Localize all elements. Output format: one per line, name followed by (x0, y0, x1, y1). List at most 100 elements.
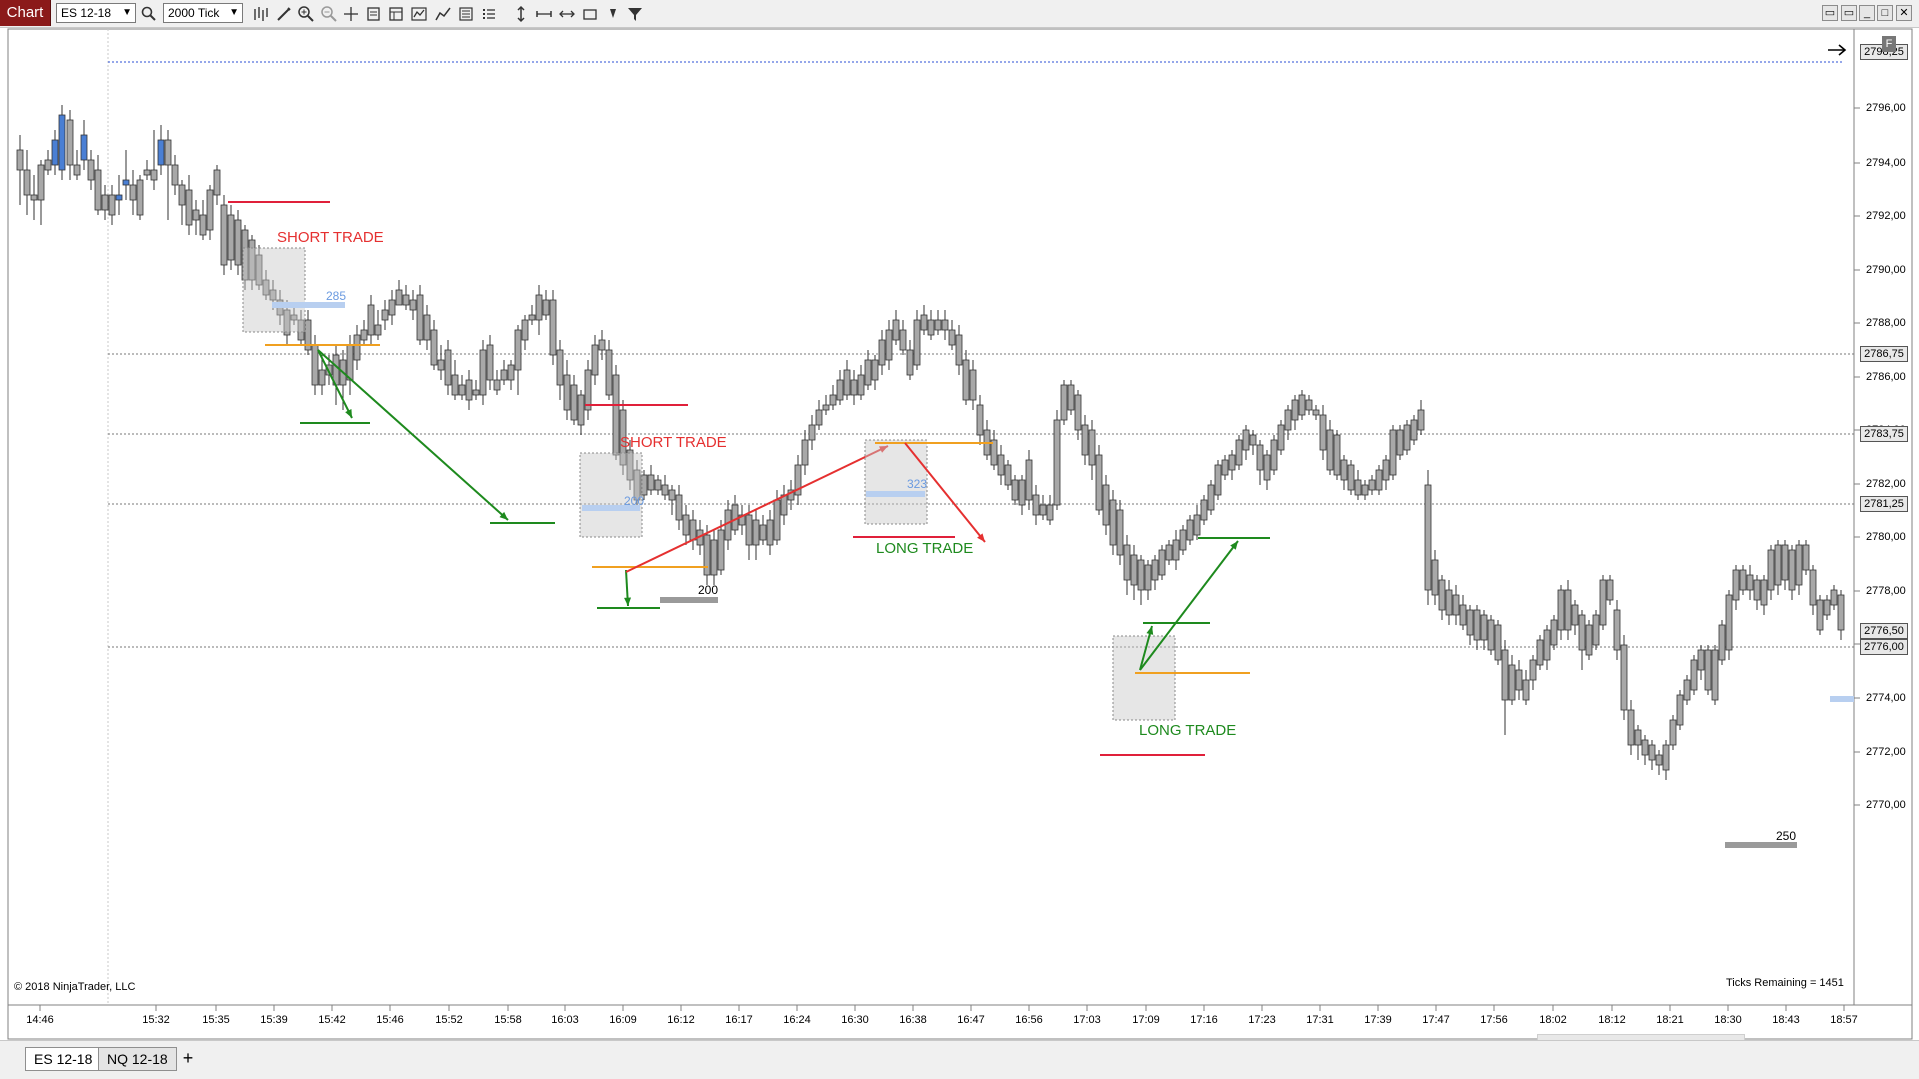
candle-body (1361, 484, 1369, 496)
candle-body (1067, 384, 1075, 411)
candle-body (535, 294, 543, 321)
instrument-select[interactable]: ES 12-18 ▼ (56, 3, 136, 23)
long-trade-label-2: LONG TRADE (1139, 722, 1237, 739)
candle-body (143, 169, 151, 176)
zoom-out-icon[interactable] (318, 3, 340, 24)
time-tick-label: 17:56 (1480, 1014, 1508, 1026)
time-tick-label: 16:24 (783, 1014, 811, 1026)
strategies-icon[interactable] (432, 3, 454, 24)
candle-body (1676, 694, 1684, 726)
time-tick-label: 17:39 (1364, 1014, 1392, 1026)
candle-body (199, 214, 207, 236)
candle-body (1354, 479, 1362, 496)
candle-body (717, 529, 725, 571)
horizontal-arrows-icon[interactable] (556, 3, 578, 24)
zoom-in-icon[interactable] (295, 3, 317, 24)
price-tick-label: 2774,00 (1866, 692, 1906, 704)
price-marker: 2781,25 (1860, 496, 1908, 512)
close-icon[interactable]: ✕ (1896, 5, 1912, 21)
pencil-icon[interactable] (273, 3, 295, 24)
candle-body (710, 539, 718, 576)
time-tick-label: 18:43 (1772, 1014, 1800, 1026)
templates-icon[interactable] (385, 3, 407, 24)
candle-body (1004, 464, 1012, 486)
tab-es-12-18[interactable]: ES 12-18 (25, 1047, 102, 1071)
list-icon[interactable] (478, 3, 500, 24)
candle-body (1550, 619, 1558, 646)
candle-body (87, 159, 95, 181)
maximize-icon[interactable]: □ (1877, 5, 1893, 21)
candle-body (1494, 624, 1502, 661)
crosshair-icon[interactable] (340, 3, 362, 24)
candle-body (1823, 599, 1831, 616)
volume-label: 200 (698, 583, 719, 597)
short-trade-label-2: SHORT TRADE (620, 434, 727, 451)
candle-body (1816, 599, 1824, 631)
candle-body (1123, 544, 1131, 581)
candle-body (1655, 754, 1663, 766)
candle-body (885, 329, 893, 361)
candle-body (1431, 559, 1439, 596)
time-tick-label: 16:38 (899, 1014, 927, 1026)
candle-body (1767, 549, 1775, 591)
price-marker: 2786,75 (1860, 346, 1908, 362)
price-chart[interactable] (0, 28, 1919, 1040)
candle-body (1711, 649, 1719, 701)
candle-body (1186, 519, 1194, 541)
price-tick-label: 2780,00 (1866, 531, 1906, 543)
candle-body (570, 384, 578, 421)
candle-body (1053, 419, 1061, 506)
interval-select[interactable]: 2000 Tick ▼ (163, 3, 243, 23)
candle-body (465, 379, 473, 401)
price-marker: 2776,50 (1860, 623, 1908, 639)
candle-body (58, 114, 66, 171)
candle-body (1046, 504, 1054, 521)
data-box-icon[interactable] (363, 3, 385, 24)
candle-body (1165, 544, 1173, 561)
candle-body (1487, 619, 1495, 651)
window-restore-icon[interactable]: ▭ (1841, 5, 1857, 21)
price-tick-label: 2786,00 (1866, 371, 1906, 383)
f-button[interactable]: F (1882, 36, 1896, 52)
properties-icon[interactable] (455, 3, 477, 24)
candle-body (115, 194, 123, 201)
candle-body (1578, 614, 1586, 651)
candle-body (654, 479, 662, 491)
time-tick-label: 17:03 (1073, 1014, 1101, 1026)
price-tick-label: 2788,00 (1866, 317, 1906, 329)
trade-box (242, 247, 306, 333)
candle-body (703, 534, 711, 576)
candle-body (150, 169, 158, 181)
chart-window-tab[interactable]: Chart (0, 0, 51, 26)
candle-body (1291, 399, 1299, 421)
candle-body (1326, 429, 1334, 471)
candle-body (864, 359, 872, 386)
indicators-icon[interactable] (408, 3, 430, 24)
candle-body (843, 369, 851, 396)
long-trade-label-1: LONG TRADE (876, 540, 974, 557)
scale-icon[interactable] (510, 3, 532, 24)
search-icon[interactable] (138, 3, 160, 24)
filter-icon[interactable] (624, 3, 646, 24)
down-arrow-icon[interactable] (602, 3, 624, 24)
volume-label: 250 (1776, 829, 1797, 843)
candle-body (1571, 604, 1579, 626)
tab-nq-12-18[interactable]: NQ 12-18 (98, 1047, 177, 1071)
candle-body (220, 204, 228, 266)
add-tab-button[interactable]: + (176, 1047, 200, 1071)
candle-body (108, 194, 116, 216)
time-tick-label: 15:39 (260, 1014, 288, 1026)
bar-spacing-icon[interactable] (533, 3, 555, 24)
ticks-remaining: Ticks Remaining = 1451 (1726, 977, 1844, 989)
rectangle-icon[interactable] (579, 3, 601, 24)
candle-body (927, 319, 935, 336)
candle-body (1214, 464, 1222, 496)
candle-body (1235, 439, 1243, 466)
window-layout-icon[interactable]: ▭ (1822, 5, 1838, 21)
minimize-icon[interactable]: _ (1859, 5, 1875, 21)
candle-body (1480, 614, 1488, 641)
arrow-right-icon[interactable] (1826, 42, 1848, 58)
candle-body (1333, 434, 1341, 476)
bar-style-icon[interactable] (250, 3, 272, 24)
copyright-text: © 2018 NinjaTrader, LLC (14, 981, 136, 993)
